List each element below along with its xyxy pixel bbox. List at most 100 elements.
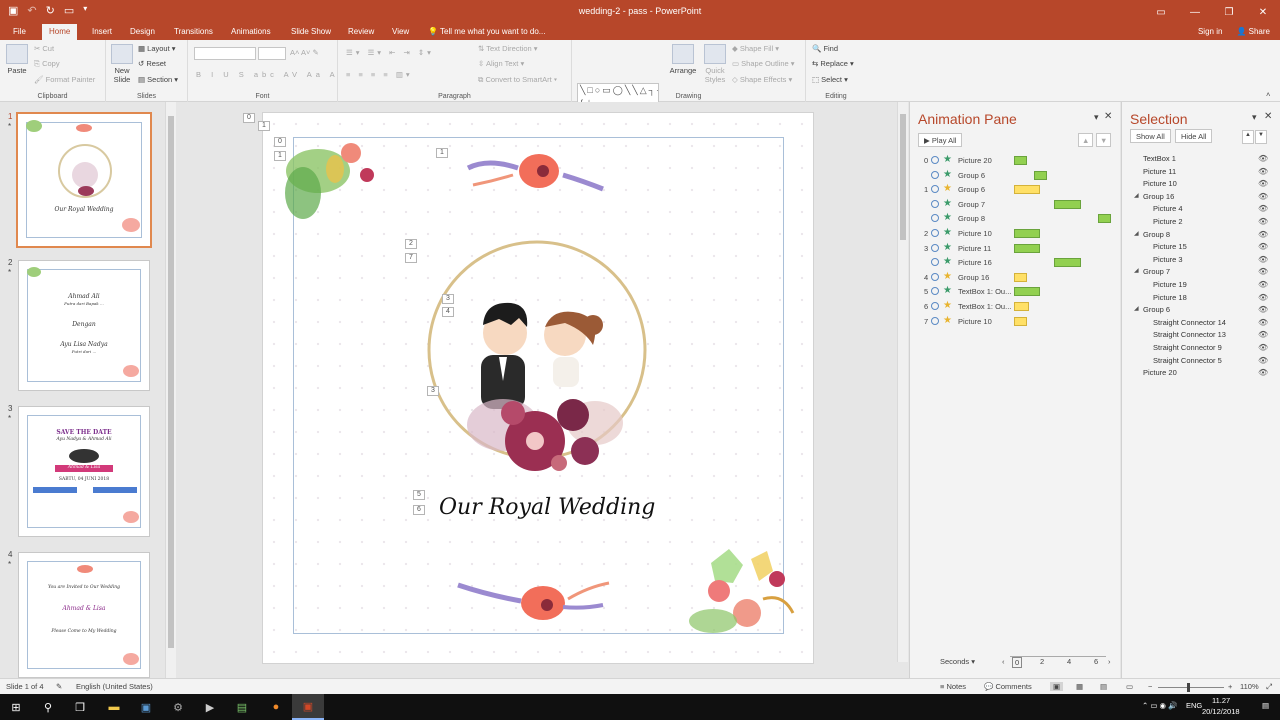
visibility-eye-icon[interactable]: 👁 — [1258, 330, 1268, 339]
visibility-eye-icon[interactable]: 👁 — [1258, 192, 1268, 201]
animation-tag[interactable]: 6 — [413, 505, 425, 515]
animation-tag[interactable]: 3 — [442, 294, 454, 304]
find-button[interactable]: 🔍 Find — [812, 44, 838, 53]
reading-view-icon[interactable]: ▤ — [1100, 682, 1107, 691]
maximize-icon[interactable]: ❐ — [1212, 0, 1246, 24]
layout-button[interactable]: ▦ Layout ▾ — [138, 44, 176, 53]
text-direction-button[interactable]: ⇅ Text Direction ▾ — [478, 44, 538, 53]
copy-button[interactable]: ⎘ Copy — [34, 59, 60, 69]
start-button[interactable]: ⊞ — [0, 694, 32, 720]
zoom-level[interactable]: 110% — [1240, 682, 1259, 691]
app-taskbar[interactable]: ⚙ — [162, 694, 194, 720]
slide-title-textbox[interactable]: Our Royal Wedding — [439, 495, 655, 520]
timing-bar[interactable] — [1014, 287, 1041, 297]
play-all-button[interactable]: ▶ Play All — [918, 133, 963, 147]
show-all-button[interactable]: Show All — [1130, 129, 1171, 143]
input-language[interactable]: ENG — [1186, 701, 1202, 710]
language-indicator[interactable]: English (United States) — [76, 682, 153, 691]
visibility-eye-icon[interactable]: 👁 — [1258, 267, 1268, 276]
selection-item-row[interactable]: Straight Connector 9 👁 — [1122, 343, 1272, 355]
clock-time[interactable]: 11.27 — [1212, 696, 1230, 705]
replace-button[interactable]: ⇆ Replace ▾ — [812, 59, 854, 68]
expand-collapse-icon[interactable]: ◢ — [1134, 305, 1139, 312]
notes-button[interactable]: ≡ Notes — [940, 682, 966, 691]
slide-thumbnail-4[interactable]: You are Invited to Our Wedding Ahmad & L… — [18, 552, 150, 678]
zoom-in-icon[interactable]: + — [1228, 682, 1232, 691]
clock-date[interactable]: 20/12/2018 — [1202, 707, 1240, 716]
selection-item-row[interactable]: Picture 3 👁 — [1122, 255, 1272, 267]
visibility-eye-icon[interactable]: 👁 — [1258, 179, 1268, 188]
visibility-eye-icon[interactable]: 👁 — [1258, 167, 1268, 176]
hide-all-button[interactable]: Hide All — [1175, 129, 1213, 143]
scrollbar-thumb[interactable] — [900, 114, 906, 240]
cut-button[interactable]: ✂ Cut — [34, 44, 54, 53]
selection-item-row[interactable]: Picture 2 👁 — [1122, 217, 1272, 229]
animation-tag[interactable]: 1 — [258, 121, 270, 131]
shape-fill-button[interactable]: ◆ Shape Fill ▾ — [732, 44, 779, 53]
timeline-right-arrow[interactable]: › — [1108, 657, 1111, 666]
animation-row[interactable]: 2 ★ Picture 10 — [910, 226, 1110, 240]
arrange-button[interactable]: Arrange — [668, 44, 698, 75]
selection-item-row[interactable]: Straight Connector 14 👁 — [1122, 318, 1272, 330]
bring-forward-button[interactable]: ▲ — [1242, 130, 1254, 144]
animation-tag[interactable]: 5 — [413, 490, 425, 500]
paste-button[interactable]: Paste — [4, 44, 30, 75]
selection-group-row[interactable]: ◢ Group 7 👁 — [1122, 267, 1272, 279]
timeline-left-arrow[interactable]: ‹ — [1002, 657, 1005, 666]
format-painter-button[interactable]: 🖌 Format Painter — [34, 75, 95, 84]
animation-tag[interactable]: 3 — [427, 386, 439, 396]
pane-options-icon[interactable]: ▾ — [1252, 112, 1257, 123]
align-text-button[interactable]: ⇳ Align Text ▾ — [478, 59, 524, 68]
select-button[interactable]: ⬚ Select ▾ — [812, 75, 848, 84]
visibility-eye-icon[interactable]: 👁 — [1258, 318, 1268, 327]
expand-collapse-icon[interactable]: ◢ — [1134, 267, 1139, 274]
selection-group-row[interactable]: ◢ Group 16 👁 — [1122, 192, 1272, 204]
slideshow-view-icon[interactable]: ▭ — [1126, 682, 1133, 691]
send-backward-button[interactable]: ▼ — [1255, 130, 1267, 144]
animation-tag[interactable]: 1 — [274, 151, 286, 161]
align-buttons[interactable]: ≡ ≡ ≡ ≡ ▥▾ — [346, 70, 413, 79]
app-taskbar[interactable]: ▤ — [226, 694, 258, 720]
selection-item-row[interactable]: Picture 20 👁 — [1122, 368, 1272, 380]
animation-tag[interactable]: 2 — [405, 239, 417, 249]
firefox-taskbar[interactable]: ● — [260, 694, 292, 720]
move-up-button[interactable]: ▲ — [1078, 133, 1094, 147]
selection-item-row[interactable]: Straight Connector 13 👁 — [1122, 330, 1272, 342]
shape-effects-button[interactable]: ◇ Shape Effects ▾ — [732, 75, 792, 84]
selection-item-row[interactable]: Picture 11 👁 — [1122, 167, 1272, 179]
animation-row[interactable]: 7 ★ Picture 10 — [910, 314, 1110, 328]
timing-bar[interactable] — [1054, 199, 1081, 209]
animation-row[interactable]: 6 ★ TextBox 1: Ou... — [910, 299, 1110, 313]
quick-styles-button[interactable]: Quick Styles — [702, 44, 728, 84]
font-size-buttons[interactable]: A˄ A˅ ✎ — [290, 48, 319, 57]
notifications-icon[interactable]: ▤ — [1262, 701, 1269, 710]
timing-bar[interactable] — [1014, 302, 1030, 311]
visibility-eye-icon[interactable]: 👁 — [1258, 356, 1268, 365]
animation-tag[interactable]: 4 — [442, 307, 454, 317]
comments-button[interactable]: 💬 Comments — [984, 682, 1032, 691]
file-explorer-taskbar[interactable]: ▬ — [98, 694, 130, 720]
visibility-eye-icon[interactable]: 👁 — [1258, 204, 1268, 213]
visibility-eye-icon[interactable]: 👁 — [1258, 255, 1268, 264]
powerpoint-taskbar[interactable]: ▣ — [292, 694, 324, 720]
visibility-eye-icon[interactable]: 👁 — [1258, 242, 1268, 251]
scrollbar-thumb[interactable] — [168, 116, 174, 648]
reset-button[interactable]: ↺ Reset — [138, 59, 166, 68]
animation-row[interactable]: ★ Group 6 — [910, 168, 1110, 182]
slide-1[interactable]: Our Royal Wedding — [262, 112, 814, 664]
timing-bar[interactable] — [1014, 156, 1028, 165]
timing-bar[interactable] — [1014, 243, 1041, 253]
minimize-icon[interactable]: — — [1178, 0, 1212, 24]
selection-group-row[interactable]: ◢ Group 6 👁 — [1122, 305, 1272, 317]
selection-item-row[interactable]: TextBox 1 👁 — [1122, 154, 1272, 166]
thumbnails-scrollbar[interactable] — [165, 102, 176, 678]
convert-smartart-button[interactable]: ⧉ Convert to SmartArt ▾ — [478, 75, 557, 85]
animation-row[interactable]: ★ Group 7 — [910, 197, 1110, 211]
zoom-slider-thumb[interactable] — [1187, 683, 1190, 692]
animation-tag[interactable]: 1 — [436, 148, 448, 158]
timing-bar[interactable] — [1014, 185, 1041, 195]
font-size-field[interactable] — [258, 47, 286, 60]
tell-me-search[interactable]: 💡 Tell me what you want to do... — [428, 27, 545, 36]
font-name-field[interactable] — [194, 47, 256, 60]
animation-row[interactable]: 3 ★ Picture 11 — [910, 241, 1110, 255]
